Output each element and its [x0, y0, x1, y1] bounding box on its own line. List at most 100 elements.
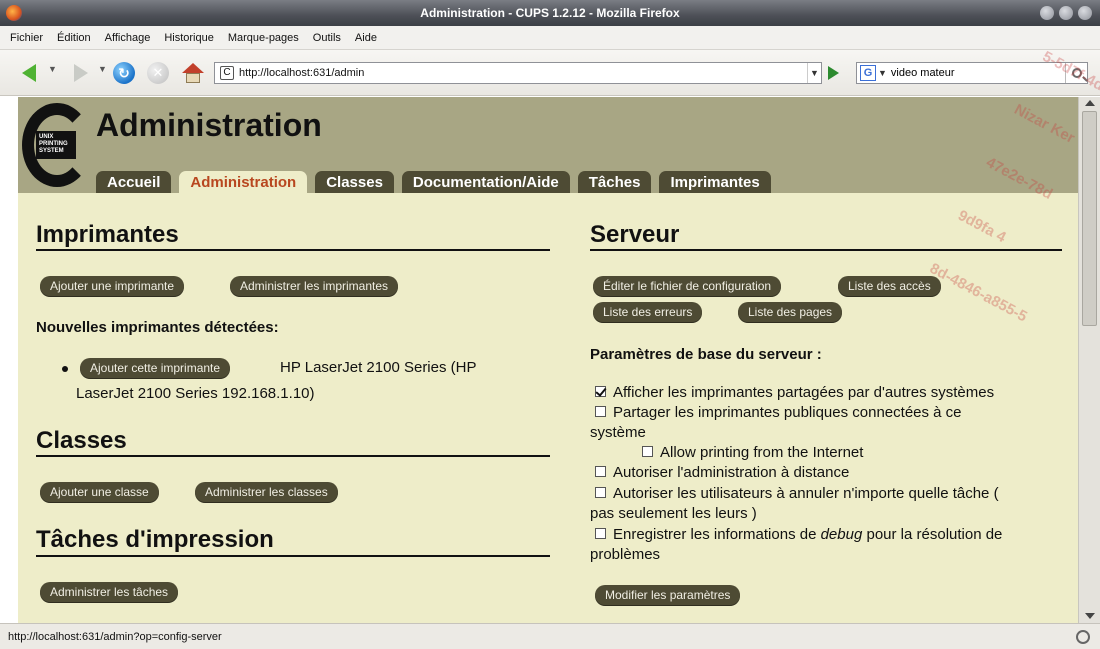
tab-accueil[interactable]: Accueil: [96, 171, 172, 193]
manage-classes-button[interactable]: Administrer les classes: [195, 482, 338, 502]
reload-icon: ↻: [113, 62, 135, 84]
menu-fichier[interactable]: Fichier: [10, 32, 43, 44]
home-icon: [182, 63, 204, 83]
classes-section-title: Classes: [36, 427, 127, 454]
share-public-checkbox[interactable]: [595, 406, 606, 417]
manage-jobs-button[interactable]: Administrer les tâches: [40, 582, 179, 602]
status-text: http://localhost:631/admin?op=config-ser…: [8, 630, 222, 643]
allow-internet-label: Allow printing from the Internet: [660, 444, 864, 461]
classes-divider: [36, 455, 550, 457]
tab-imprimantes[interactable]: Imprimantes: [659, 171, 771, 193]
remote-admin-label: Autoriser l'administration à distance: [613, 464, 850, 481]
logo-line-unix: UNIX: [39, 134, 54, 140]
edit-config-button[interactable]: Éditer le fichier de configuration: [593, 276, 782, 296]
window-controls: [1040, 6, 1092, 20]
error-log-button[interactable]: Liste des erreurs: [593, 302, 703, 322]
add-class-button[interactable]: Ajouter une classe: [40, 482, 159, 502]
tab-documentation[interactable]: Documentation/Aide: [401, 171, 570, 193]
search-button[interactable]: [1065, 63, 1087, 83]
page-title: Administration: [96, 107, 322, 143]
menu-historique[interactable]: Historique: [164, 32, 214, 44]
back-history-dropdown-icon[interactable]: ▼: [48, 64, 57, 74]
jobs-divider: [36, 555, 550, 557]
status-bar: http://localhost:631/admin?op=config-ser…: [0, 623, 1100, 649]
minimize-icon[interactable]: [1040, 6, 1054, 20]
server-divider: [590, 249, 1062, 251]
debug-log-label-after: pour la résolution de: [862, 526, 1003, 543]
vertical-scrollbar[interactable]: [1078, 97, 1100, 623]
go-button[interactable]: [828, 66, 839, 80]
show-shared-label: Afficher les imprimantes partagées par d…: [613, 384, 995, 401]
server-settings-label: Paramètres de base du serveur :: [590, 346, 822, 363]
back-arrow-icon: [22, 64, 36, 82]
debug-log-label-line2: problèmes: [590, 546, 661, 563]
apply-settings-button[interactable]: Modifier les paramètres: [595, 585, 741, 605]
menu-outils[interactable]: Outils: [313, 32, 341, 44]
reload-button[interactable]: ↻: [112, 61, 136, 85]
cups-header: UNIX PRINTING SYSTEM Administration Accu…: [18, 97, 1078, 193]
window-titlebar: Administration - CUPS 1.2.12 - Mozilla F…: [0, 0, 1100, 26]
add-printer-button[interactable]: Ajouter une imprimante: [40, 276, 185, 296]
server-section-title: Serveur: [590, 221, 680, 248]
home-button[interactable]: [180, 61, 206, 85]
cups-logo: UNIX PRINTING SYSTEM: [22, 103, 92, 187]
forward-button[interactable]: [66, 61, 96, 85]
close-icon[interactable]: [1078, 6, 1092, 20]
search-engine-icon[interactable]: G: [860, 65, 876, 81]
tab-classes[interactable]: Classes: [315, 171, 394, 193]
cancel-any-checkbox[interactable]: [595, 487, 606, 498]
search-box[interactable]: G ▼ video mateur: [856, 62, 1088, 84]
search-engine-dropdown-icon[interactable]: ▼: [878, 68, 887, 78]
show-shared-checkbox[interactable]: [595, 386, 606, 397]
option-cancel-any: Autoriser les utilisateurs à annuler n'i…: [595, 484, 999, 504]
menu-aide[interactable]: Aide: [355, 32, 377, 44]
url-history-dropdown-icon[interactable]: ▼: [807, 63, 821, 83]
menu-affichage[interactable]: Affichage: [105, 32, 151, 44]
maximize-icon[interactable]: [1059, 6, 1073, 20]
printers-divider: [36, 249, 550, 251]
debug-log-checkbox[interactable]: [595, 528, 606, 539]
logo-line-printing: PRINTING: [39, 141, 68, 147]
option-remote-admin: Autoriser l'administration à distance: [595, 463, 849, 483]
url-text[interactable]: http://localhost:631/admin: [239, 67, 807, 79]
option-allow-internet: Allow printing from the Internet: [642, 443, 863, 463]
main-tabs: Accueil Administration Classes Documenta…: [96, 171, 771, 193]
share-public-label-line2: système: [590, 424, 646, 441]
list-bullet: [62, 366, 68, 372]
menu-edition[interactable]: Édition: [57, 32, 91, 44]
access-log-button[interactable]: Liste des accès: [838, 276, 941, 296]
stop-button[interactable]: ✕: [146, 61, 170, 85]
remote-admin-checkbox[interactable]: [595, 466, 606, 477]
tab-administration[interactable]: Administration: [179, 171, 308, 193]
share-public-label-line1: Partager les imprimantes publiques conne…: [613, 404, 962, 421]
printers-section-title: Imprimantes: [36, 221, 179, 248]
forward-history-dropdown-icon[interactable]: ▼: [98, 64, 107, 74]
cancel-any-label-line1: Autoriser les utilisateurs à annuler n'i…: [613, 485, 999, 502]
debug-log-label-before: Enregistrer les informations de: [613, 526, 821, 543]
detected-printer-name-line1: HP LaserJet 2100 Series (HP: [280, 359, 477, 376]
scroll-down-icon[interactable]: [1085, 613, 1095, 619]
address-bar[interactable]: C http://localhost:631/admin ▼: [214, 62, 822, 84]
status-icon: [1076, 630, 1090, 644]
add-this-printer-button[interactable]: Ajouter cette imprimante: [80, 358, 231, 378]
page-viewport: UNIX PRINTING SYSTEM Administration Accu…: [18, 97, 1078, 623]
menu-marque-pages[interactable]: Marque-pages: [228, 32, 299, 44]
page-log-button[interactable]: Liste des pages: [738, 302, 843, 322]
navigation-toolbar: ▼ ▼ ↻ ✕ C http://localhost:631/admin ▼ G…: [0, 50, 1100, 96]
allow-internet-checkbox[interactable]: [642, 446, 653, 457]
magnifier-icon: [1071, 68, 1082, 78]
manage-printers-button[interactable]: Administrer les imprimantes: [230, 276, 399, 296]
tab-taches[interactable]: Tâches: [577, 171, 652, 193]
search-input[interactable]: video mateur: [891, 67, 1065, 79]
option-show-shared: Afficher les imprimantes partagées par d…: [595, 383, 994, 403]
detected-printers-label: Nouvelles imprimantes détectées:: [36, 319, 279, 336]
scrollbar-thumb[interactable]: [1082, 111, 1097, 326]
debug-log-label-em: debug: [820, 526, 863, 543]
scroll-up-icon[interactable]: [1085, 100, 1095, 106]
site-favicon-icon: C: [220, 66, 234, 80]
stop-icon: ✕: [147, 62, 169, 84]
logo-line-system: SYSTEM: [39, 148, 64, 154]
cancel-any-label-line2: pas seulement les leurs ): [590, 505, 757, 522]
back-button[interactable]: [14, 61, 44, 85]
option-share-public: Partager les imprimantes publiques conne…: [595, 403, 962, 423]
